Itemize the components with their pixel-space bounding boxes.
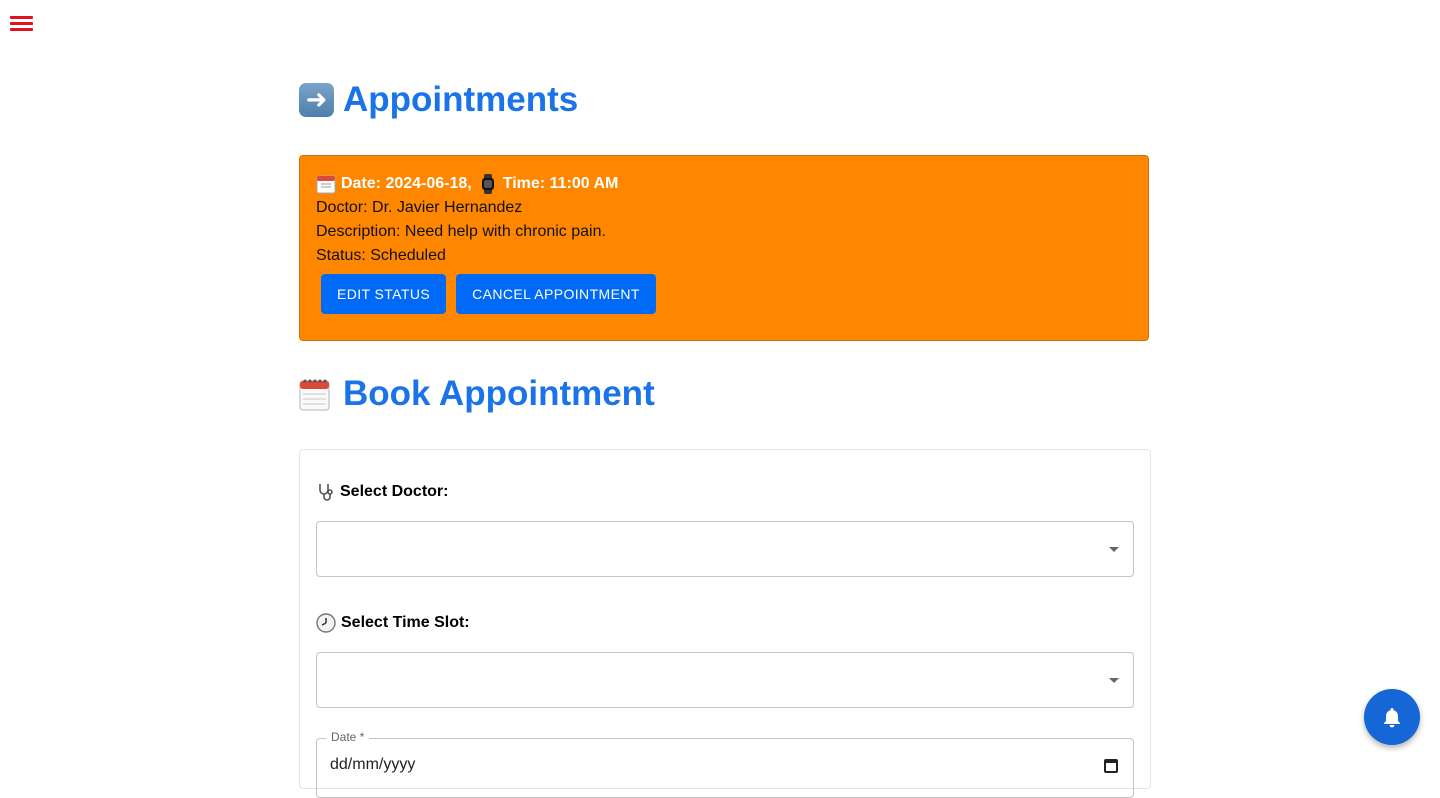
calendar-picker-icon[interactable] <box>1104 759 1118 773</box>
stethoscope-emoji-icon <box>316 482 336 502</box>
appointment-time: Time: 11:00 AM <box>502 175 619 192</box>
appointment-description: Description: Need help with chronic pain… <box>316 223 606 240</box>
select-doctor-text: Select Doctor: <box>340 483 449 500</box>
appointment-status: Status: Scheduled <box>316 247 446 264</box>
timeslot-select[interactable] <box>316 652 1134 708</box>
cancel-appointment-button[interactable]: CANCEL APPOINTMENT <box>456 274 656 314</box>
select-doctor-label: Select Doctor: <box>316 482 448 502</box>
hamburger-menu-icon[interactable] <box>10 16 34 38</box>
clock-emoji-icon <box>316 613 336 633</box>
chevron-down-icon <box>1109 547 1119 552</box>
right-arrow-emoji-icon: ➜ <box>299 83 334 117</box>
calendar-emoji-icon <box>299 378 330 411</box>
notification-button[interactable] <box>1364 689 1420 745</box>
calendar-emoji-icon <box>316 174 336 194</box>
doctor-select[interactable] <box>316 521 1134 577</box>
appointment-card: Date: 2024-06-18, Time: 11:00 AM Doctor:… <box>299 155 1149 341</box>
edit-status-button[interactable]: EDIT STATUS <box>321 274 447 314</box>
booking-form: Select Doctor: Select Time Slot: Date * … <box>299 449 1151 798</box>
bell-icon <box>1384 708 1400 728</box>
select-timeslot-text: Select Time Slot: <box>341 614 470 631</box>
appointment-doctor: Doctor: Dr. Javier Hernandez <box>316 199 523 216</box>
date-label: Date * <box>326 730 370 744</box>
appointment-header: Date: 2024-06-18, Time: 11:00 AM <box>316 172 1132 196</box>
appointments-title: Appointments <box>343 80 579 119</box>
chevron-down-icon <box>1109 678 1119 683</box>
appointments-heading: ➜ Appointments <box>299 80 578 120</box>
select-timeslot-label: Select Time Slot: <box>316 613 470 633</box>
date-input[interactable]: Date * dd/mm/yyyy <box>316 730 1134 798</box>
date-value: dd/mm/yyyy <box>330 756 416 773</box>
appointment-actions: EDIT STATUS CANCEL APPOINTMENT <box>321 274 1132 314</box>
appointment-date: Date: 2024-06-18, <box>341 175 472 192</box>
watch-emoji-icon <box>478 174 498 194</box>
book-appointment-heading: Book Appointment <box>299 374 655 414</box>
book-appointment-title: Book Appointment <box>343 374 655 413</box>
